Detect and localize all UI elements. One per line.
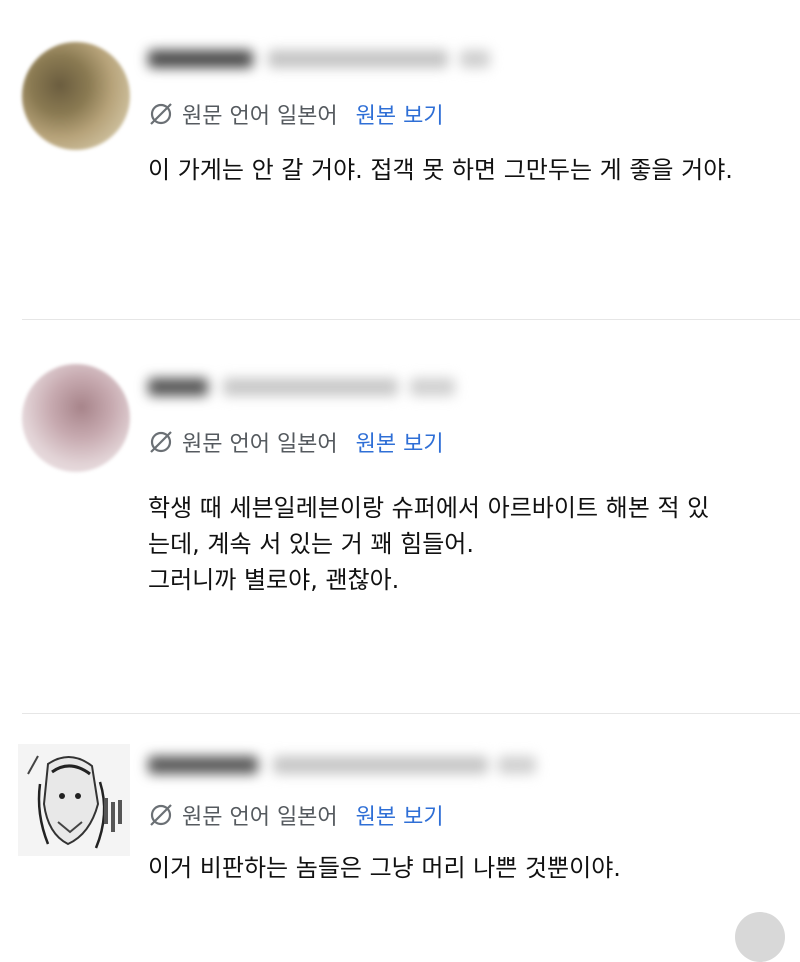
source-language-label: 원문 언어 일본어 [182, 805, 338, 830]
view-original-link[interactable]: 원본 보기 [356, 799, 444, 831]
comment-item: 원문 언어 일본어 원본 보기 이 가게는 안 갈 거야. 접객 못 하면 그만… [0, 0, 800, 320]
translate-slash-icon [148, 429, 174, 455]
username-blurred[interactable] [148, 750, 538, 780]
translation-info: 원문 언어 일본어 원본 보기 [148, 97, 444, 131]
translate-slash-icon [148, 802, 174, 828]
comment-body: 이 가게는 안 갈 거야. 접객 못 하면 그만두는 게 좋을 거야. [148, 152, 778, 188]
avatar[interactable] [18, 744, 130, 856]
comment-line: 학생 때 세븐일레븐이랑 슈퍼에서 아르바이트 해본 적 있 [148, 494, 710, 522]
comment-line: 이 가게는 안 갈 거야. 접객 못 하면 그만두는 게 좋을 거야. [148, 156, 733, 184]
comment-line: 그러니까 별로야, 괜찮아. [148, 566, 400, 594]
avatar[interactable] [22, 364, 130, 472]
translate-slash-icon [148, 101, 174, 127]
avatar[interactable] [22, 42, 130, 150]
source-language-label: 원문 언어 일본어 [182, 432, 338, 457]
comment-line: 는데, 계속 서 있는 거 꽤 힘들어. [148, 530, 474, 558]
comment-line: 이거 비판하는 놈들은 그냥 머리 나쁜 것뿐이야. [148, 854, 621, 882]
source-language-label: 원문 언어 일본어 [182, 104, 338, 129]
translation-info: 원문 언어 일본어 원본 보기 [148, 798, 444, 832]
floating-button-partial[interactable] [735, 912, 785, 962]
view-original-link[interactable]: 원본 보기 [356, 426, 444, 458]
comment-item: 원문 언어 일본어 원본 보기 이거 비판하는 놈들은 그냥 머리 나쁜 것뿐이… [0, 714, 800, 923]
comment-item: 원문 언어 일본어 원본 보기 학생 때 세븐일레븐이랑 슈퍼에서 아르바이트 … [0, 320, 800, 713]
comment-body: 학생 때 세븐일레븐이랑 슈퍼에서 아르바이트 해본 적 있 는데, 계속 서 … [148, 490, 778, 598]
username-blurred[interactable] [148, 372, 458, 402]
translation-info: 원문 언어 일본어 원본 보기 [148, 425, 444, 459]
username-blurred[interactable] [148, 44, 490, 74]
comment-body: 이거 비판하는 놈들은 그냥 머리 나쁜 것뿐이야. [148, 850, 778, 886]
view-original-link[interactable]: 원본 보기 [356, 98, 444, 130]
